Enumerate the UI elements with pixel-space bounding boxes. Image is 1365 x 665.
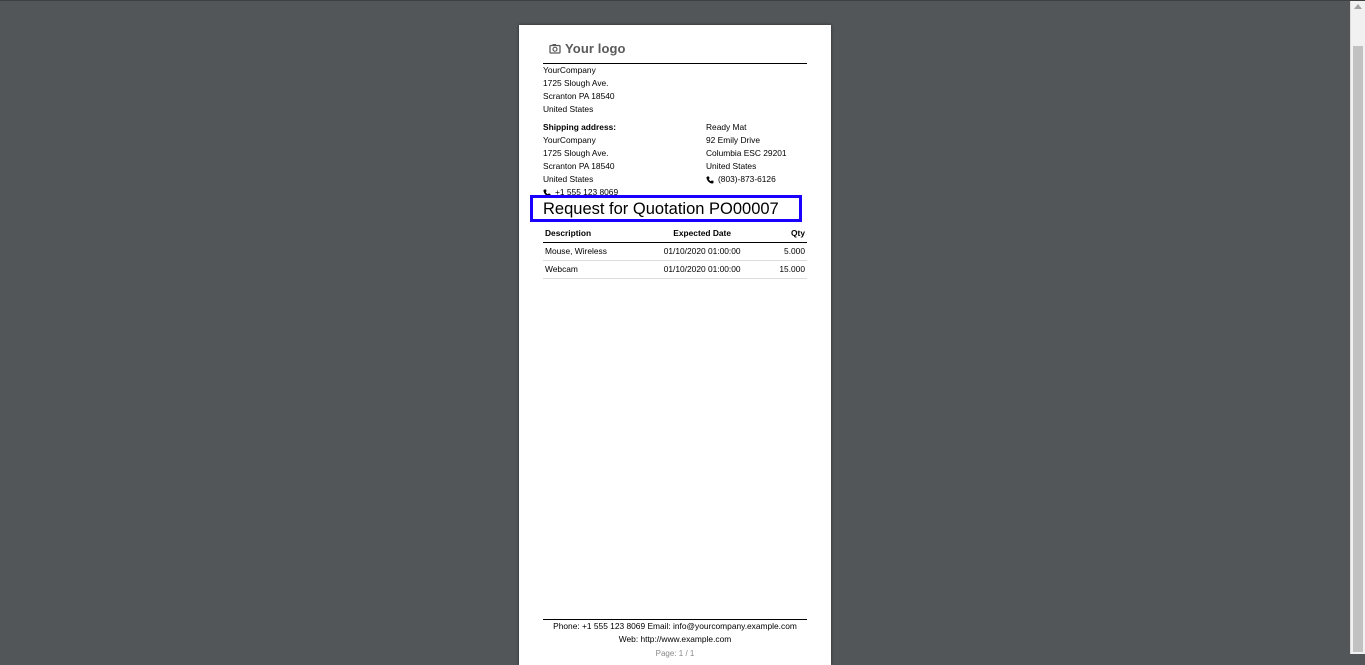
- column-header-description: Description: [543, 225, 642, 243]
- cell-qty: 5.000: [762, 242, 807, 261]
- shipping-name: YourCompany: [543, 135, 596, 145]
- camera-icon: [549, 42, 561, 54]
- pdf-viewer: Your logo YourCompany 1725 Slough Ave. S…: [0, 0, 1365, 665]
- vendor-address: Ready Mat 92 Emily Drive Columbia ESC 29…: [706, 121, 787, 186]
- logo-text: Your logo: [565, 40, 626, 56]
- footer-contact: Phone: +1 555 123 8069 Email: info@yourc…: [553, 621, 797, 631]
- footer-web: Web: http://www.example.com: [618, 634, 732, 644]
- column-header-expected-date: Expected Date: [641, 225, 763, 243]
- cell-description: Mouse, Wireless: [543, 242, 642, 261]
- column-header-qty: Qty: [762, 225, 807, 243]
- vendor-city: Columbia ESC 29201: [706, 148, 787, 158]
- document-page: Your logo YourCompany 1725 Slough Ave. S…: [519, 25, 831, 665]
- vendor-phone: (803)-873-6126: [718, 174, 776, 184]
- vendor-name: Ready Mat: [706, 122, 747, 132]
- shipping-label: Shipping address:: [543, 122, 617, 132]
- vendor-street: 92 Emily Drive: [706, 135, 760, 145]
- shipping-city: Scranton PA 18540: [543, 161, 615, 171]
- shipping-address: Shipping address: YourCompany 1725 Sloug…: [543, 121, 618, 199]
- scroll-up-arrow-icon[interactable]: [1354, 4, 1362, 9]
- scrollbar-thumb[interactable]: [1353, 46, 1363, 652]
- company-city: Scranton PA 18540: [543, 91, 615, 101]
- cell-expected-date: 01/10/2020 01:00:00: [641, 242, 763, 261]
- cell-expected-date: 01/10/2020 01:00:00: [641, 260, 763, 279]
- company-street: 1725 Slough Ave.: [543, 78, 609, 88]
- page-counter: Page: 1 / 1: [655, 649, 695, 658]
- cell-description: Webcam: [543, 260, 642, 279]
- phone-icon: [706, 176, 714, 184]
- shipping-country: United States: [543, 174, 594, 184]
- company-logo: Your logo: [549, 39, 626, 57]
- vendor-country: United States: [706, 161, 757, 171]
- document-title: Request for Quotation PO00007: [543, 200, 779, 218]
- company-country: United States: [543, 104, 594, 114]
- company-name: YourCompany: [543, 65, 596, 75]
- cell-qty: 15.000: [762, 260, 807, 279]
- vendor-phone-line: (803)-873-6126: [706, 173, 787, 186]
- table-row: Webcam 01/10/2020 01:00:00 15.000: [543, 260, 807, 279]
- shipping-street: 1725 Slough Ave.: [543, 148, 609, 158]
- table-header-row: Description Expected Date Qty: [543, 225, 807, 243]
- company-address: YourCompany 1725 Slough Ave. Scranton PA…: [543, 64, 615, 116]
- table-row: Mouse, Wireless 01/10/2020 01:00:00 5.00…: [543, 242, 807, 261]
- order-lines-table: Description Expected Date Qty Mouse, Wir…: [543, 225, 807, 279]
- vertical-scrollbar[interactable]: [1350, 1, 1365, 654]
